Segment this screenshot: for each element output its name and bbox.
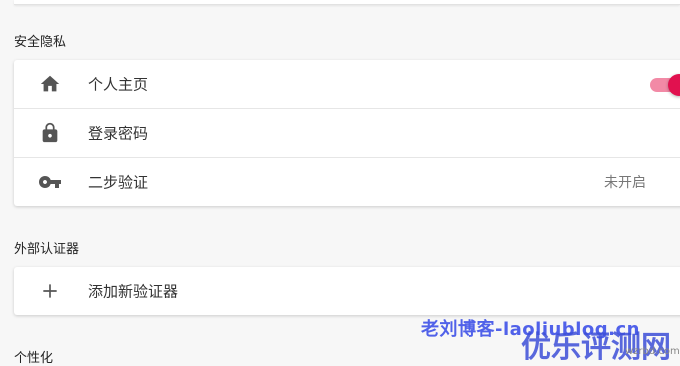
key-icon (38, 170, 62, 194)
row-login-password[interactable]: 登录密码 (14, 109, 680, 158)
row-personal-homepage[interactable]: 个人主页 (14, 60, 680, 109)
watermark-blog: 老刘博客-laoliublog.cn (421, 319, 640, 340)
row-label: 登录密码 (88, 124, 149, 143)
row-add-authenticator[interactable]: 添加新验证器 (14, 267, 680, 315)
section-title-personalization: 个性化 (14, 351, 54, 366)
section-title-security: 安全隐私 (14, 35, 67, 50)
two-step-status: 未开启 (604, 175, 646, 191)
previous-card-edge (14, 0, 680, 5)
watermark-domain: wzrbd.com (625, 346, 680, 357)
toggle-thumb (668, 74, 680, 96)
plus-icon (38, 279, 62, 303)
row-label: 添加新验证器 (88, 282, 179, 301)
security-card: 个人主页 登录密码 二步验证 未开启 (14, 60, 680, 206)
personal-homepage-toggle[interactable] (650, 72, 680, 96)
section-title-external-authenticator: 外部认证器 (14, 242, 80, 257)
lock-icon (38, 121, 62, 145)
external-authenticator-card: 添加新验证器 (14, 267, 680, 315)
watermark-site: 优乐评测网 (521, 330, 671, 365)
row-label: 个人主页 (88, 75, 149, 94)
row-label: 二步验证 (88, 173, 149, 192)
row-two-step-verification[interactable]: 二步验证 未开启 (14, 158, 680, 206)
home-icon (38, 72, 62, 96)
